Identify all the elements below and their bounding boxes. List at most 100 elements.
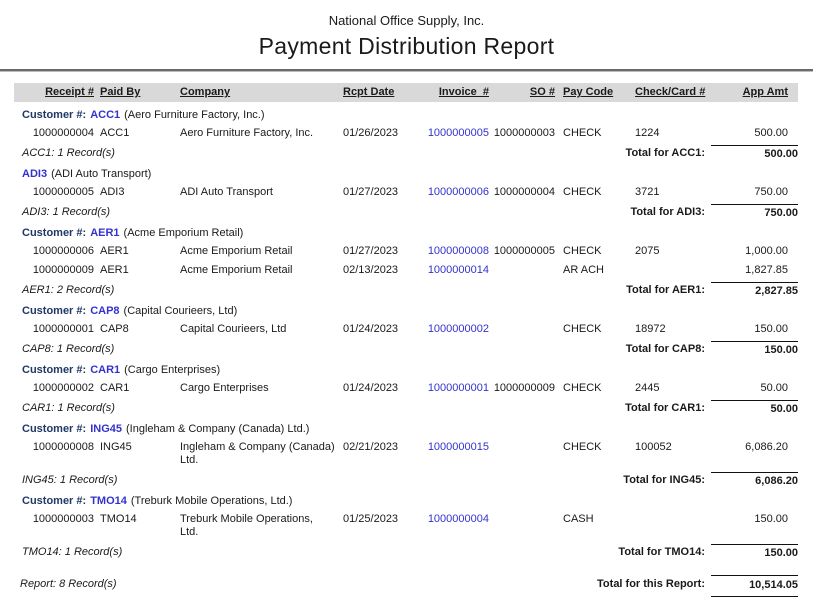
receipt-cell: 1000000005: [14, 186, 96, 199]
customer-code-link[interactable]: ACC1: [90, 109, 120, 121]
customer-header: Customer #: CAR1 (Cargo Enterprises): [14, 360, 798, 379]
app-amt-cell: 150.00: [701, 513, 788, 526]
column-header-pay-code: Pay Code: [555, 86, 631, 99]
section-total-label: Total for AER1:: [551, 282, 711, 297]
customer-code-link[interactable]: ING45: [90, 423, 122, 435]
section-total-label: Total for ING45:: [551, 472, 711, 487]
section-record-count: ADI3: 1 Record(s): [14, 204, 551, 219]
customer-header: Customer #:CAP8(Capital Courieers, Ltd): [14, 301, 798, 320]
section-record-count: CAP8: 1 Record(s): [14, 341, 551, 356]
report-total-label: Total for this Report:: [551, 575, 711, 591]
page-title: Payment Distribution Report: [0, 33, 813, 60]
invoice-link[interactable]: 1000000008: [426, 245, 489, 258]
customer-code-link[interactable]: CAR1: [90, 364, 120, 376]
section-total-amount: 750.00: [711, 204, 798, 220]
check-card-cell: 2075: [631, 245, 701, 258]
so-cell: 1000000004: [489, 186, 555, 199]
payment-row: 1000000004 ACC1 Aero Furniture Factory, …: [14, 124, 798, 143]
section-record-count: TMO14: 1 Record(s): [14, 544, 551, 559]
section-record-count: ACC1: 1 Record(s): [14, 145, 551, 160]
rcpt-date-cell: 01/24/2023: [341, 323, 426, 336]
section-total-label: Total for CAP8:: [551, 341, 711, 356]
paid-by-cell: ING45: [96, 441, 178, 454]
customer-section: Customer #: CAR1 (Cargo Enterprises) 10000…: [14, 360, 798, 417]
receipt-cell: 1000000006: [14, 245, 96, 258]
customer-code-link[interactable]: TMO14: [90, 495, 127, 507]
paid-by-cell: TMO14: [96, 513, 178, 526]
so-cell: 1000000003: [489, 127, 555, 140]
customer-section: ADI3 (ADI Auto Transport) 1000000005 ADI3…: [14, 164, 798, 221]
so-cell: 1000000005: [489, 245, 555, 258]
customer-code-link[interactable]: CAP8: [90, 305, 119, 317]
rcpt-date-cell: 02/13/2023: [341, 264, 426, 277]
invoice-link[interactable]: 1000000014: [426, 264, 489, 277]
paid-by-cell: AER1: [96, 264, 178, 277]
customer-header: Customer #:TMO14(Treburk Mobile Operatio…: [14, 491, 798, 510]
section-total-label: Total for ACC1:: [551, 145, 711, 160]
customer-number-label: Customer #:: [22, 495, 86, 507]
customer-header: Customer #:AER1(Acme Emporium Retail): [14, 223, 798, 242]
customer-section: Customer #:TMO14(Treburk Mobile Operatio…: [14, 491, 798, 561]
payment-row: 1000000006 AER1 Acme Emporium Retail 01/…: [14, 242, 798, 261]
report-sections: Customer #:ACC1(Aero Furniture Factory, …: [14, 105, 798, 561]
customer-number-label: Customer #:: [22, 364, 86, 376]
customer-name: (Cargo Enterprises): [124, 364, 220, 376]
section-record-count: AER1: 2 Record(s): [14, 282, 551, 297]
section-footer: TMO14: 1 Record(s) Total for TMO14: 150.…: [14, 542, 798, 561]
invoice-link[interactable]: 1000000004: [426, 513, 489, 526]
section-total-amount: 150.00: [711, 341, 798, 357]
column-header-receipt: Receipt #: [14, 86, 96, 99]
company-name: National Office Supply, Inc.: [0, 0, 813, 28]
rcpt-date-cell: 01/27/2023: [341, 245, 426, 258]
company-cell: ADI Auto Transport: [178, 186, 341, 199]
section-rows: 1000000003 TMO14 Treburk Mobile Operatio…: [14, 510, 798, 542]
section-rows: 1000000002 CAR1 Cargo Enterprises 01/24/…: [14, 379, 798, 398]
pay-code-cell: CHECK: [555, 441, 631, 454]
column-header-rcpt-date: Rcpt Date: [341, 86, 426, 99]
section-total-label: Total for CAR1:: [551, 400, 711, 415]
payment-row: 1000000003 TMO14 Treburk Mobile Operatio…: [14, 510, 798, 542]
receipt-cell: 1000000002: [14, 382, 96, 395]
section-footer: ACC1: 1 Record(s) Total for ACC1: 500.00: [14, 143, 798, 162]
paid-by-cell: CAR1: [96, 382, 178, 395]
payment-row: 1000000005 ADI3 ADI Auto Transport 01/27…: [14, 183, 798, 202]
section-total-amount: 500.00: [711, 145, 798, 161]
invoice-link[interactable]: 1000000001: [426, 382, 489, 395]
app-amt-cell: 50.00: [701, 382, 788, 395]
column-header-app-amt: App Amt: [701, 86, 788, 99]
report-record-count: Report: 8 Record(s): [14, 575, 551, 591]
section-total-amount: 50.00: [711, 400, 798, 416]
column-header-row: Receipt # Paid By Company Rcpt Date Invo…: [14, 83, 798, 102]
rcpt-date-cell: 02/21/2023: [341, 441, 426, 454]
pay-code-cell: CHECK: [555, 245, 631, 258]
column-header-so: SO #: [489, 86, 555, 99]
invoice-link[interactable]: 1000000005: [426, 127, 489, 140]
customer-code-link[interactable]: ADI3: [22, 168, 47, 180]
customer-name: (Acme Emporium Retail): [124, 227, 244, 239]
app-amt-cell: 150.00: [701, 323, 788, 336]
pay-code-cell: CHECK: [555, 127, 631, 140]
customer-name: (Ingleham & Company (Canada) Ltd.): [126, 423, 309, 435]
section-total-label: Total for TMO14:: [551, 544, 711, 559]
rcpt-date-cell: 01/27/2023: [341, 186, 426, 199]
receipt-cell: 1000000004: [14, 127, 96, 140]
company-cell: Treburk Mobile Operations, Ltd.: [178, 513, 341, 539]
company-cell: Acme Emporium Retail: [178, 264, 341, 277]
invoice-link[interactable]: 1000000002: [426, 323, 489, 336]
customer-header: ADI3 (ADI Auto Transport): [14, 164, 798, 183]
invoice-link[interactable]: 1000000006: [426, 186, 489, 199]
pay-code-cell: CHECK: [555, 186, 631, 199]
section-total-amount: 6,086.20: [711, 472, 798, 488]
customer-name: (ADI Auto Transport): [51, 168, 151, 180]
section-footer: ING45: 1 Record(s) Total for ING45: 6,08…: [14, 470, 798, 489]
app-amt-cell: 1,000.00: [701, 245, 788, 258]
customer-code-link[interactable]: AER1: [90, 227, 119, 239]
customer-header: Customer #:ING45(Ingleham & Company (Can…: [14, 419, 798, 438]
app-amt-cell: 6,086.20: [701, 441, 788, 454]
receipt-cell: 1000000001: [14, 323, 96, 336]
invoice-link[interactable]: 1000000015: [426, 441, 489, 454]
customer-number-label: Customer #:: [22, 305, 86, 317]
payment-row: 1000000001 CAP8 Capital Courieers, Ltd 0…: [14, 320, 798, 339]
so-cell: 1000000009: [489, 382, 555, 395]
section-rows: 1000000005 ADI3 ADI Auto Transport 01/27…: [14, 183, 798, 202]
